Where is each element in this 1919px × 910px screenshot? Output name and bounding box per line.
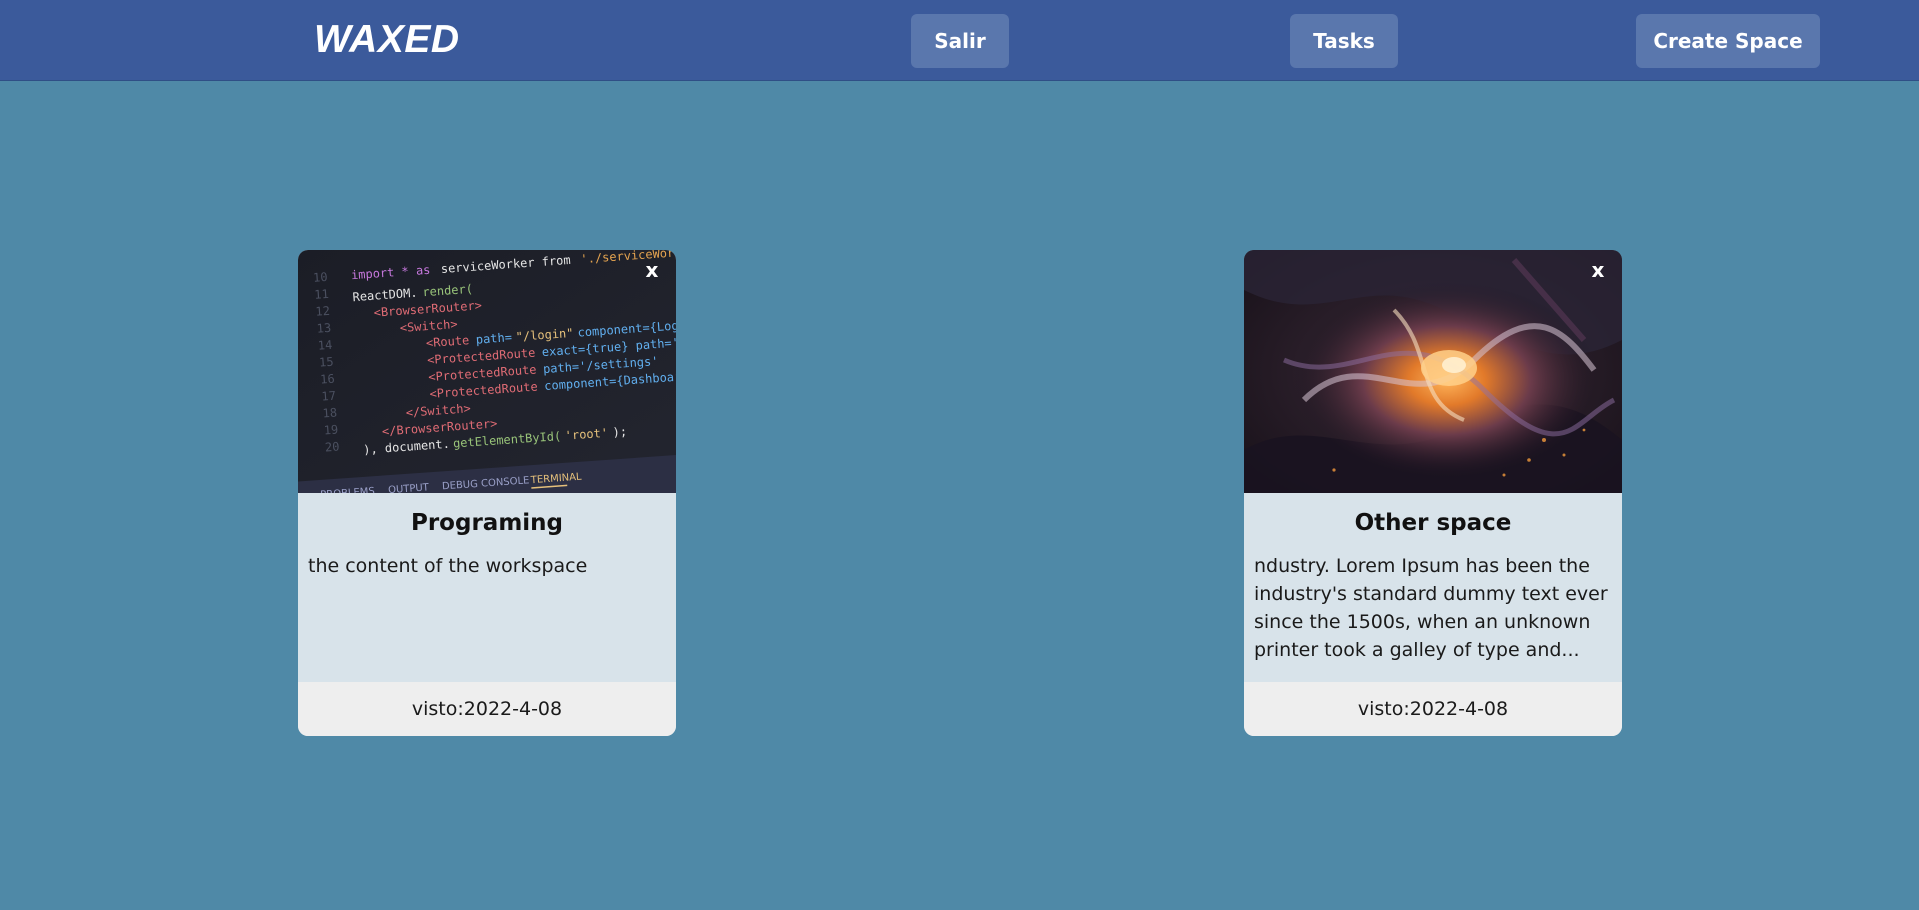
abstract-art-image	[1244, 250, 1622, 493]
svg-text:OUTPUT: OUTPUT	[388, 482, 430, 493]
svg-text:path=: path=	[475, 330, 512, 346]
svg-text:16: 16	[320, 372, 335, 387]
svg-text:17: 17	[321, 389, 336, 404]
svg-text:18: 18	[322, 406, 337, 421]
workspace-card[interactable]: 10 11 12 13 14 15 16 17 18 19 20 import …	[298, 250, 676, 736]
card-title: Other space	[1354, 510, 1512, 536]
svg-text:10: 10	[313, 270, 328, 285]
close-card-button[interactable]: x	[1586, 258, 1610, 282]
brand-logo[interactable]: WAXED	[314, 14, 460, 66]
card-title: Programing	[410, 510, 563, 536]
svg-text:13: 13	[316, 321, 331, 336]
svg-text:14: 14	[317, 338, 332, 353]
salir-button[interactable]: Salir	[911, 14, 1009, 68]
card-visited-date: visto:2022-4-08	[298, 682, 676, 736]
card-content: the content of the workspace	[308, 555, 588, 577]
top-navbar: WAXED Salir Tasks Create Space	[0, 0, 1919, 81]
tasks-button[interactable]: Tasks	[1290, 14, 1398, 68]
svg-text:19: 19	[323, 423, 338, 438]
workspace-card[interactable]: x Other space ndustry. Lorem Ipsum has b…	[1244, 250, 1622, 736]
svg-text:12: 12	[315, 304, 330, 319]
close-card-button[interactable]: x	[640, 258, 664, 282]
svg-text:15: 15	[319, 355, 334, 370]
code-editor-image: 10 11 12 13 14 15 16 17 18 19 20 import …	[298, 250, 676, 493]
svg-text:);: );	[612, 424, 627, 439]
card-visited-date: visto:2022-4-08	[1244, 682, 1622, 736]
svg-text:11: 11	[314, 287, 329, 302]
svg-text:20: 20	[325, 439, 340, 454]
create-space-button[interactable]: Create Space	[1636, 14, 1820, 68]
card-content: ndustry. Lorem Ipsum has been the indust…	[1254, 555, 1608, 661]
